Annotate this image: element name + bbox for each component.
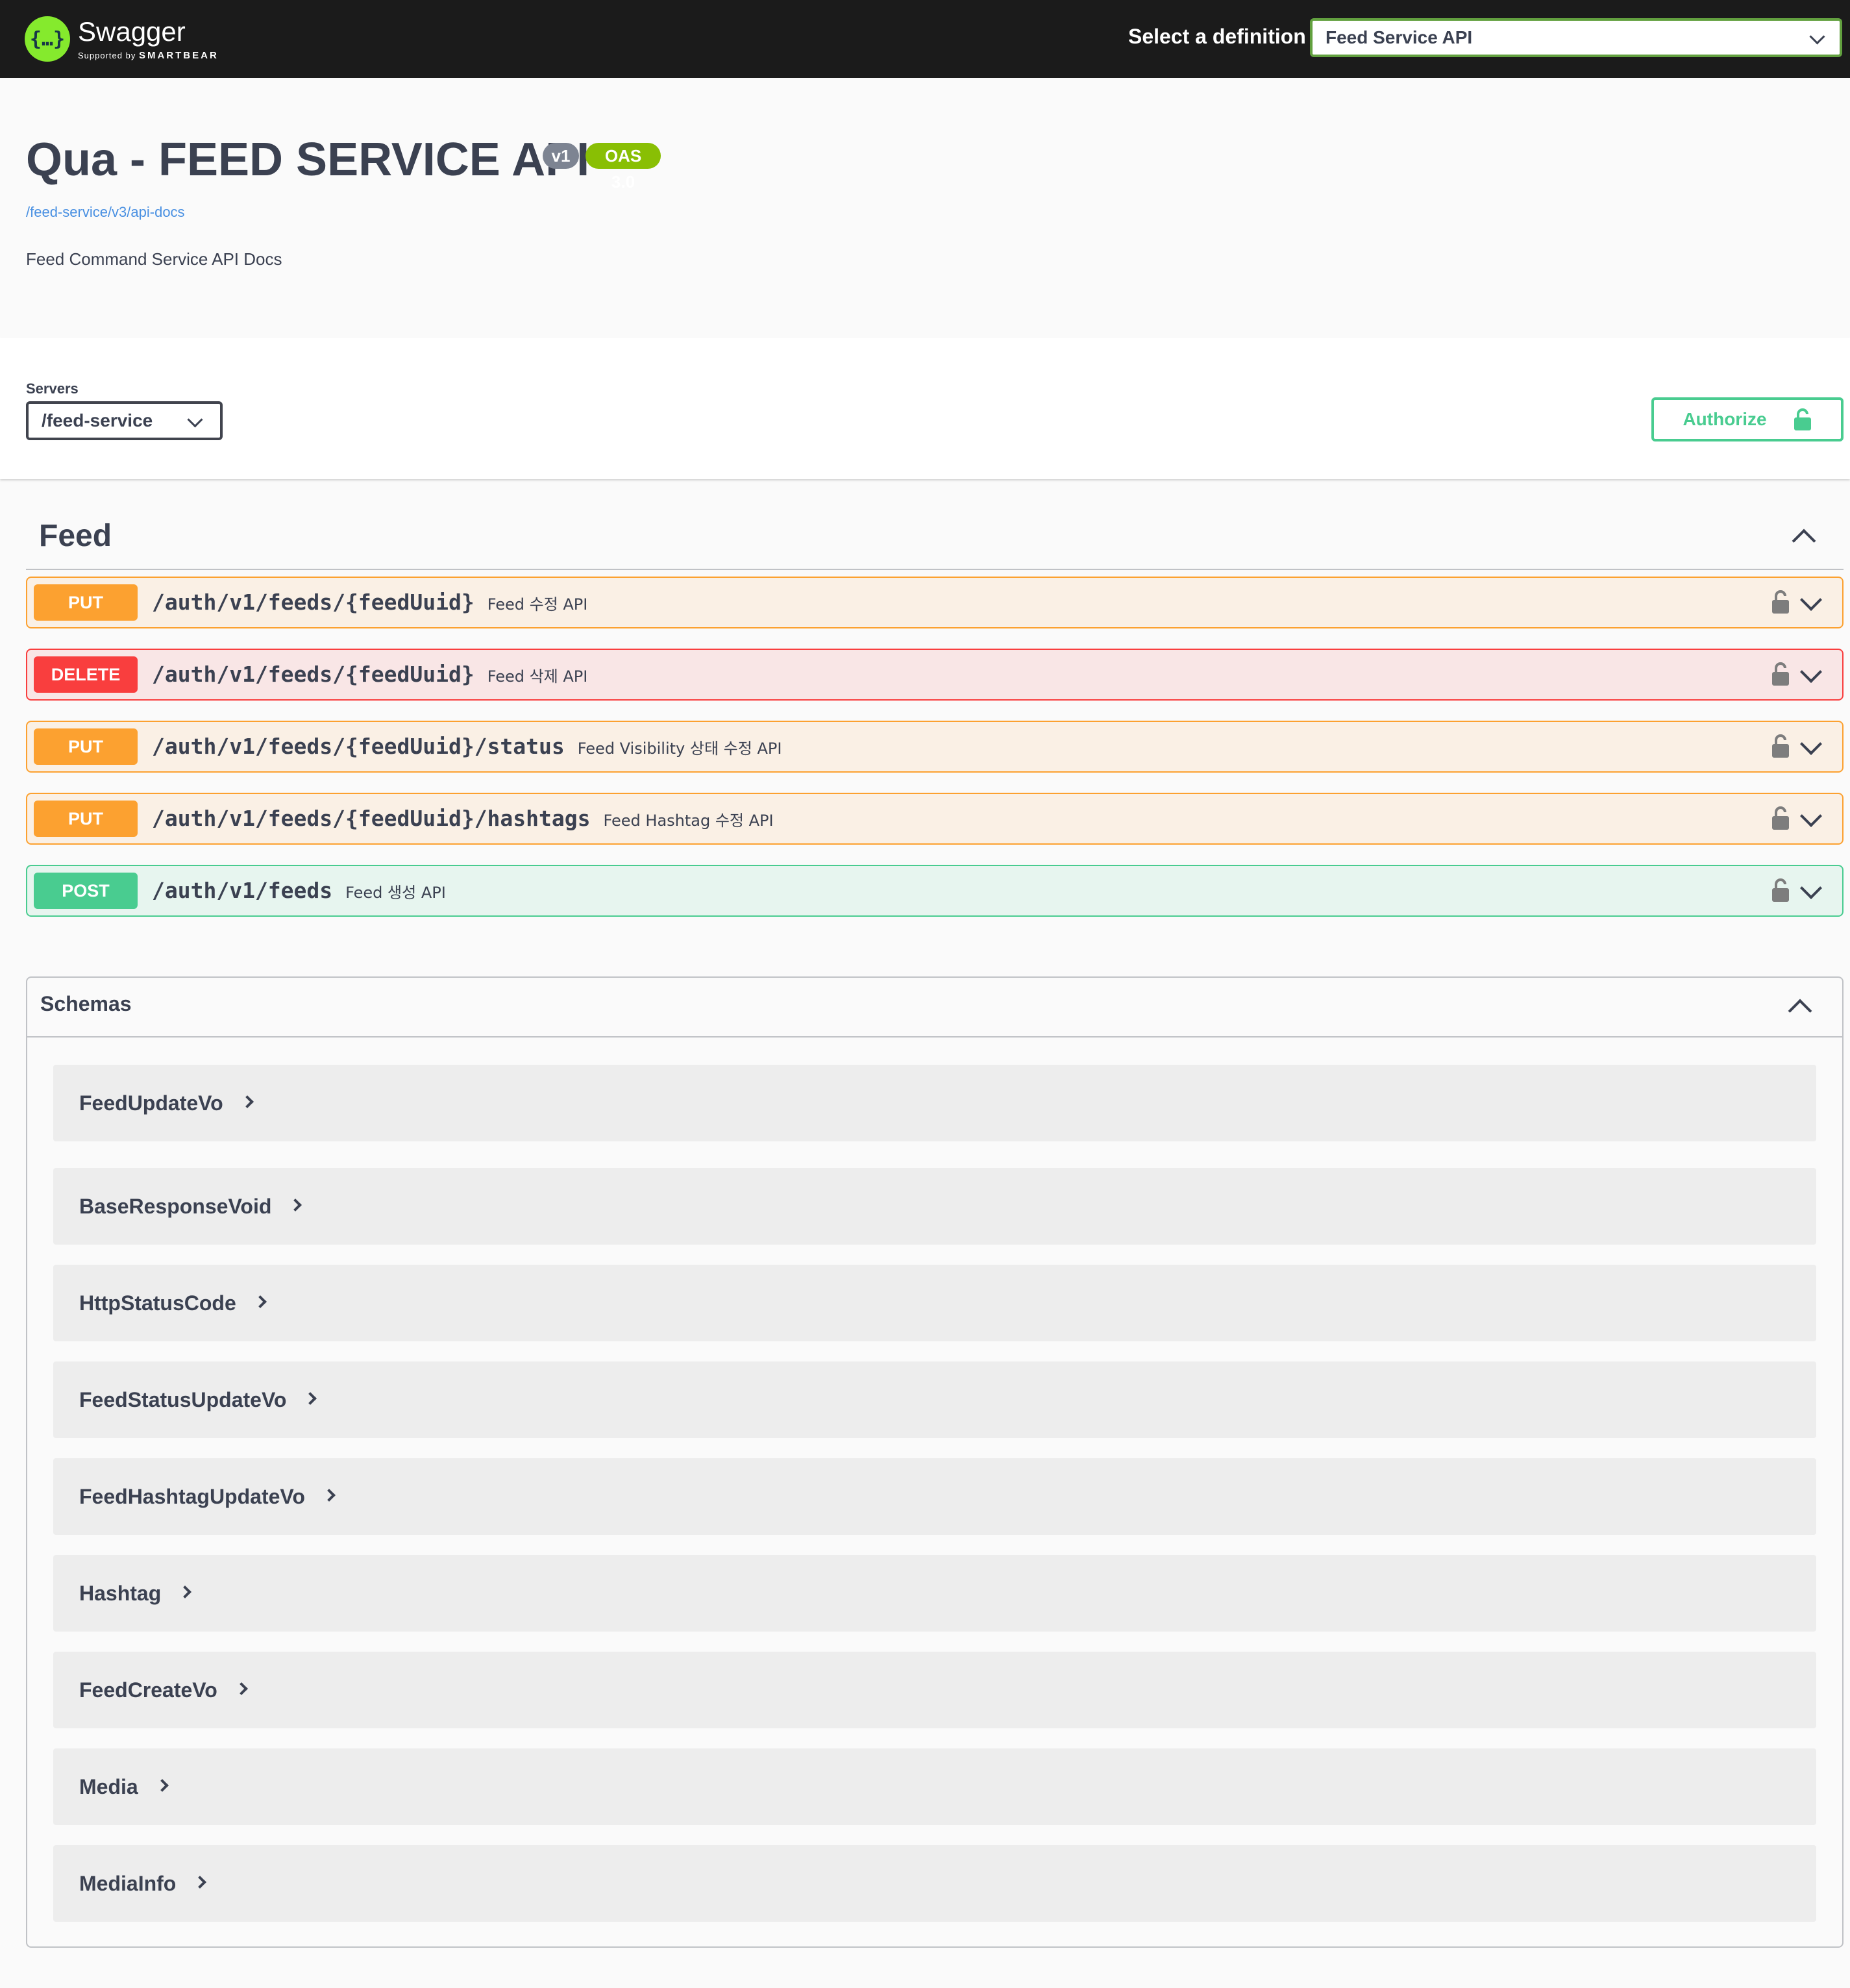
api-docs-link[interactable]: /feed-service/v3/api-docs bbox=[26, 204, 185, 221]
schema-name: FeedUpdateVo bbox=[79, 1091, 223, 1115]
logo-text: Swagger Supported by SMARTBEAR bbox=[78, 18, 219, 60]
schema-item[interactable]: Hashtag bbox=[53, 1555, 1816, 1632]
method-badge: PUT bbox=[34, 728, 138, 765]
schemas-header[interactable]: Schemas bbox=[27, 978, 1842, 1037]
schemas-title: Schemas bbox=[40, 992, 132, 1015]
chevron-down-icon[interactable] bbox=[1800, 589, 1822, 611]
schema-item[interactable]: FeedStatusUpdateVo bbox=[53, 1361, 1816, 1438]
operation-path: /auth/v1/feeds/{feedUuid} Feed 수정 API bbox=[152, 590, 587, 615]
chevron-up-icon bbox=[1792, 528, 1816, 553]
path-text: /auth/v1/feeds bbox=[152, 878, 333, 903]
schema-item[interactable]: BaseResponseVoid bbox=[53, 1168, 1816, 1245]
schema-item[interactable]: FeedHashtagUpdateVo bbox=[53, 1458, 1816, 1535]
operation-summary: Feed 삭제 API bbox=[487, 667, 588, 686]
operation-summary: Feed Hashtag 수정 API bbox=[603, 812, 774, 830]
logo-sub-prefix: Supported by bbox=[78, 50, 136, 60]
schema-item[interactable]: FeedUpdateVo bbox=[53, 1065, 1816, 1141]
tag-feed-header[interactable]: Feed bbox=[26, 506, 1844, 570]
lock-icon[interactable] bbox=[1771, 590, 1790, 614]
swagger-logo-icon: {…} bbox=[25, 16, 70, 62]
authorize-label: Authorize bbox=[1683, 409, 1767, 429]
swagger-logo[interactable]: {…} Swagger Supported by SMARTBEAR bbox=[25, 13, 219, 65]
path-text: /auth/v1/feeds/{feedUuid}/status bbox=[152, 734, 565, 759]
schema-name: Media bbox=[79, 1774, 138, 1798]
chevron-down-icon[interactable] bbox=[1800, 661, 1822, 683]
operation-path: /auth/v1/feeds Feed 생성 API bbox=[152, 878, 446, 903]
method-badge: POST bbox=[34, 873, 138, 909]
path-text: /auth/v1/feeds/{feedUuid} bbox=[152, 662, 475, 687]
schema-item[interactable]: MediaInfo bbox=[53, 1845, 1816, 1922]
schema-item[interactable]: HttpStatusCode bbox=[53, 1265, 1816, 1341]
operation-path: /auth/v1/feeds/{feedUuid}/hashtags Feed H… bbox=[152, 806, 774, 831]
operation-put-feed[interactable]: PUT /auth/v1/feeds/{feedUuid} Feed 수정 API bbox=[26, 577, 1844, 628]
method-badge: DELETE bbox=[34, 656, 138, 693]
path-text: /auth/v1/feeds/{feedUuid}/hashtags bbox=[152, 806, 591, 831]
schema-name: Hashtag bbox=[79, 1581, 162, 1605]
operation-summary: Feed 생성 API bbox=[345, 884, 446, 902]
api-description: Feed Command Service API Docs bbox=[26, 249, 282, 269]
schema-name: BaseResponseVoid bbox=[79, 1194, 272, 1218]
chevron-up-icon bbox=[1788, 999, 1812, 1023]
operation-path: /auth/v1/feeds/{feedUuid} Feed 삭제 API bbox=[152, 662, 587, 687]
lock-icon[interactable] bbox=[1771, 662, 1790, 686]
topbar: {…} Swagger Supported by SMARTBEAR Selec… bbox=[0, 0, 1850, 78]
oas-badge: OAS 3.0 bbox=[586, 143, 661, 192]
servers-label: Servers bbox=[26, 380, 79, 397]
chevron-right-icon bbox=[155, 1779, 169, 1792]
operation-post-feeds[interactable]: POST /auth/v1/feeds Feed 생성 API bbox=[26, 865, 1844, 917]
servers-value: /feed-service bbox=[42, 410, 153, 430]
logo-sub-brand: SMARTBEAR bbox=[138, 49, 219, 61]
authorize-button[interactable]: Authorize bbox=[1651, 397, 1844, 441]
logo-name: Swagger bbox=[78, 16, 186, 47]
definition-value: Feed Service API bbox=[1326, 27, 1473, 47]
schema-name: FeedCreateVo bbox=[79, 1678, 217, 1702]
chevron-right-icon bbox=[304, 1392, 317, 1405]
operation-path: /auth/v1/feeds/{feedUuid}/status Feed Vis… bbox=[152, 734, 782, 759]
definition-select[interactable]: Feed Service API bbox=[1310, 18, 1842, 57]
method-badge: PUT bbox=[34, 584, 138, 621]
lock-icon[interactable] bbox=[1771, 806, 1790, 830]
logo-sub: Supported by SMARTBEAR bbox=[78, 51, 219, 60]
operation-summary: Feed Visibility 상태 수정 API bbox=[577, 739, 782, 758]
chevron-right-icon bbox=[234, 1682, 248, 1695]
chevron-right-icon bbox=[253, 1295, 267, 1308]
operation-summary: Feed 수정 API bbox=[487, 595, 588, 614]
chevron-right-icon bbox=[179, 1585, 192, 1598]
schema-name: MediaInfo bbox=[79, 1871, 177, 1895]
page-title: Qua - FEED SERVICE API bbox=[26, 134, 590, 186]
unlock-icon bbox=[1794, 408, 1811, 430]
lock-icon[interactable] bbox=[1771, 878, 1790, 902]
schema-item[interactable]: FeedCreateVo bbox=[53, 1652, 1816, 1728]
schema-name: FeedStatusUpdateVo bbox=[79, 1387, 287, 1411]
operation-put-feed-hashtags[interactable]: PUT /auth/v1/feeds/{feedUuid}/hashtags Fe… bbox=[26, 793, 1844, 845]
method-badge: PUT bbox=[34, 801, 138, 837]
path-text: /auth/v1/feeds/{feedUuid} bbox=[152, 590, 475, 615]
servers-select[interactable]: /feed-service bbox=[26, 401, 223, 440]
chevron-right-icon bbox=[193, 1876, 207, 1889]
chevron-down-icon[interactable] bbox=[1800, 877, 1822, 899]
schemas-section: Schemas FeedUpdateVo BaseResponseVoid Ht… bbox=[26, 976, 1844, 1948]
tag-name: Feed bbox=[39, 519, 112, 553]
schema-name: HttpStatusCode bbox=[79, 1291, 236, 1315]
chevron-down-icon[interactable] bbox=[1800, 805, 1822, 827]
chevron-down-icon bbox=[1809, 29, 1825, 45]
scheme-container: Servers /feed-service Authorize bbox=[0, 338, 1850, 479]
operation-put-feed-status[interactable]: PUT /auth/v1/feeds/{feedUuid}/status Feed… bbox=[26, 721, 1844, 773]
chevron-right-icon bbox=[323, 1489, 336, 1502]
chevron-right-icon bbox=[289, 1199, 302, 1211]
schema-name: FeedHashtagUpdateVo bbox=[79, 1484, 305, 1508]
schema-item[interactable]: Media bbox=[53, 1748, 1816, 1825]
lock-icon[interactable] bbox=[1771, 734, 1790, 758]
chevron-down-icon bbox=[187, 412, 203, 428]
operation-delete-feed[interactable]: DELETE /auth/v1/feeds/{feedUuid} Feed 삭제 … bbox=[26, 649, 1844, 701]
chevron-right-icon bbox=[240, 1095, 254, 1108]
version-badge: v1 bbox=[543, 143, 579, 169]
definition-label: Select a definition bbox=[1128, 25, 1306, 48]
chevron-down-icon[interactable] bbox=[1800, 733, 1822, 755]
